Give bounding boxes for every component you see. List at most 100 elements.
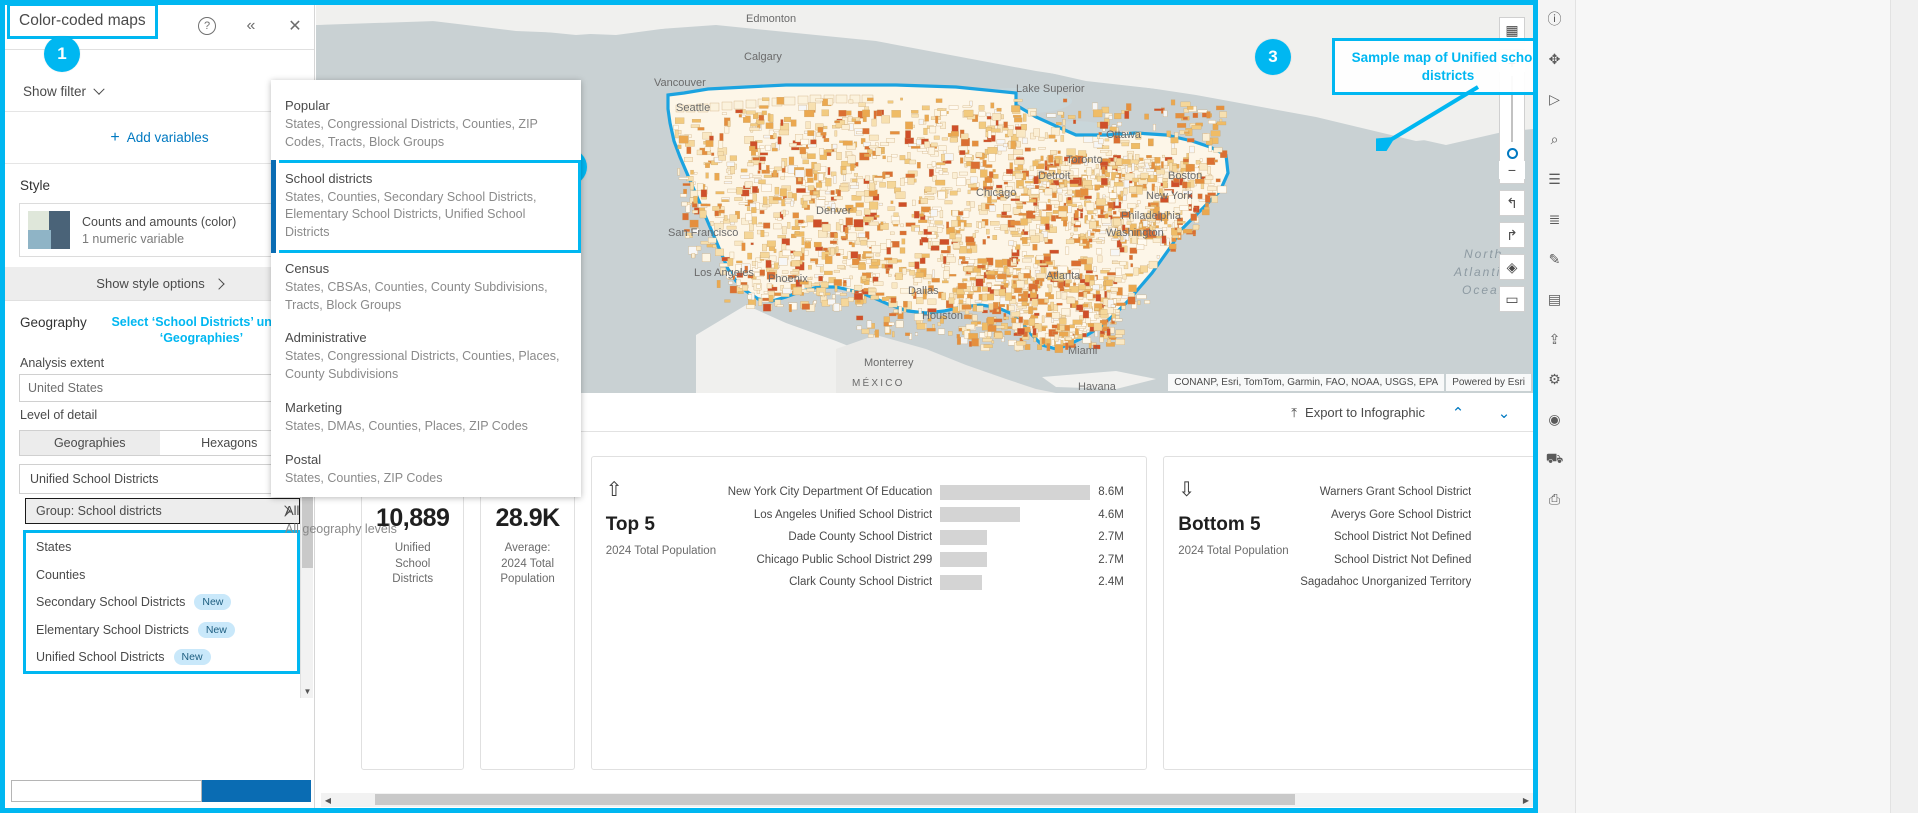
panel-header-icons[interactable]: ? « ✕ bbox=[196, 15, 306, 37]
export-to-infographic-button[interactable]: ⤒ Export to Infographic bbox=[1291, 405, 1425, 421]
level-of-detail-tabs[interactable]: Geographies Hexagons bbox=[19, 430, 300, 457]
chevron-up-icon[interactable]: ⌃ bbox=[1445, 400, 1471, 426]
map-place-label: Atlanta bbox=[1046, 270, 1081, 282]
arrow-down-icon: ⇩ bbox=[1178, 479, 1195, 501]
dropdown-item-title: Administrative bbox=[285, 330, 367, 346]
scroll-left-icon[interactable]: ◀ bbox=[321, 793, 335, 807]
panel-footer[interactable] bbox=[11, 780, 311, 802]
globe-icon[interactable]: ◉ bbox=[1542, 406, 1568, 432]
show-style-options-button[interactable]: Show style options bbox=[5, 267, 314, 301]
geo-list-item[interactable]: Unified School Districts New bbox=[26, 643, 297, 671]
bottom5-name: School District Not Defined bbox=[1333, 553, 1472, 566]
footer-primary-button[interactable] bbox=[201, 780, 311, 802]
scroll-down-icon[interactable]: ▼ bbox=[301, 685, 314, 698]
geo-list-item[interactable]: Secondary School Districts New bbox=[26, 588, 297, 616]
hscroll-thumb[interactable] bbox=[375, 794, 1295, 805]
dropdown-item[interactable]: Postal States, Counties, ZIP Codes bbox=[271, 444, 581, 496]
top5-bar bbox=[940, 507, 1020, 523]
fullscreen-icon[interactable]: ▭ bbox=[1499, 286, 1525, 312]
chevron-right-icon bbox=[215, 276, 223, 291]
geo-list-item[interactable]: Elementary School Districts New bbox=[26, 616, 297, 644]
top5-name: Los Angeles Unified School District bbox=[753, 508, 933, 521]
undo-icon[interactable]: ↰ bbox=[1499, 190, 1525, 216]
print-icon[interactable]: ⎙ bbox=[1542, 486, 1568, 512]
new-badge: New bbox=[194, 594, 232, 610]
info-icon[interactable]: ⓘ bbox=[1542, 6, 1568, 32]
help-icon[interactable]: ? bbox=[196, 15, 218, 37]
top5-header: ⇧ Top 5 2024 Total Population bbox=[606, 473, 718, 560]
list-icon[interactable]: ☰ bbox=[1542, 166, 1568, 192]
right-tool-strip[interactable]: ⓘ ✥ ▷ ⌕ ☰ ≣ ✎ ▤ ⇪ ⚙ ◉ ⛟ ⎙ bbox=[1534, 0, 1576, 813]
show-style-options-label: Show style options bbox=[96, 276, 205, 291]
search-icon[interactable]: ⌕ bbox=[1542, 126, 1568, 152]
plus-icon: + bbox=[110, 128, 120, 146]
add-variables-button[interactable]: + Add variables bbox=[5, 112, 314, 164]
analysis-extent-field[interactable]: United States bbox=[19, 374, 300, 403]
dropdown-item[interactable]: School districts States, Counties, Second… bbox=[271, 159, 581, 254]
settings-icon[interactable]: ⚙ bbox=[1542, 366, 1568, 392]
top5-bar-wrap bbox=[940, 507, 1090, 523]
selected-geography-field[interactable]: Unified School Districts bbox=[19, 464, 300, 495]
zoom-out-icon[interactable]: − bbox=[1499, 161, 1525, 179]
close-icon[interactable]: ✕ bbox=[284, 15, 306, 37]
dropdown-item-subtitle: All geography levels bbox=[285, 522, 397, 537]
geo-item-label: States bbox=[36, 540, 72, 554]
top5-row: Dade County School District 2.7M bbox=[728, 526, 1133, 549]
top5-subtitle: 2024 Total Population bbox=[605, 545, 717, 557]
count-label: Unified School Districts bbox=[392, 542, 434, 586]
top5-bar bbox=[940, 552, 987, 568]
geo-list-item[interactable]: Counties bbox=[26, 561, 297, 589]
card-top5[interactable]: ⇧ Top 5 2024 Total Population New York C… bbox=[590, 456, 1148, 770]
tab-geographies[interactable]: Geographies bbox=[20, 431, 160, 456]
map-place-label: Boston bbox=[1168, 170, 1203, 182]
dropdown-item[interactable]: All All geography levels bbox=[271, 495, 581, 547]
dropdown-item[interactable]: Popular States, Congressional Districts, … bbox=[271, 90, 581, 160]
bus-icon[interactable]: ⛟ bbox=[1542, 446, 1568, 472]
top5-bar-wrap bbox=[940, 574, 1090, 590]
bottom5-name: School District Not Defined bbox=[1333, 531, 1472, 544]
group-school-districts-row[interactable]: Group: School districts bbox=[25, 498, 300, 525]
layers-icon[interactable]: ≣ bbox=[1542, 206, 1568, 232]
top5-bar-wrap bbox=[940, 552, 1090, 568]
chevron-double-left-icon[interactable]: « bbox=[240, 15, 262, 37]
app-root: Edmonton Calgary Vancouver Seattle Lake Supe… bbox=[0, 0, 1918, 813]
edit-icon[interactable]: ✎ bbox=[1542, 246, 1568, 272]
map-place-label: Seattle bbox=[676, 102, 711, 114]
top5-value: 2.4M bbox=[1098, 576, 1124, 589]
redo-icon[interactable]: ↱ bbox=[1499, 222, 1525, 248]
hscroll-track[interactable] bbox=[335, 793, 1519, 807]
bottom5-name: Averys Gore School District bbox=[1330, 508, 1472, 521]
top5-row: Chicago Public School District 299 2.7M bbox=[728, 549, 1133, 572]
dropdown-item-title: Popular bbox=[285, 98, 330, 113]
horizontal-scrollbar[interactable]: ◀ ▶ bbox=[321, 793, 1533, 807]
map-place-label: Dallas bbox=[908, 285, 939, 297]
scroll-right-icon[interactable]: ▶ bbox=[1519, 793, 1533, 807]
chevron-down-icon[interactable]: ⌄ bbox=[1491, 400, 1517, 426]
locate-icon[interactable]: ◈ bbox=[1499, 254, 1525, 280]
bottom5-subtitle: 2024 Total Population bbox=[1178, 545, 1289, 557]
play-icon[interactable]: ▷ bbox=[1542, 86, 1568, 112]
show-filter-button[interactable]: Show filter bbox=[23, 84, 103, 99]
footer-input[interactable] bbox=[11, 780, 202, 802]
map-place-label: Denver bbox=[816, 205, 852, 217]
bottom5-header: ⇩ Bottom 5 2024 Total Population bbox=[1178, 473, 1290, 560]
map-place-label: Edmonton bbox=[746, 13, 797, 25]
pan-icon[interactable]: ✥ bbox=[1542, 46, 1568, 72]
geo-item-label: Secondary School Districts bbox=[36, 595, 186, 609]
dropdown-item[interactable]: Census States, CBSAs, Counties, County Su… bbox=[271, 253, 581, 323]
geography-list[interactable]: States Counties Secondary School Districts… bbox=[23, 530, 300, 674]
style-card[interactable]: Counts and amounts (color) 1 numeric var… bbox=[19, 203, 300, 257]
table-icon[interactable]: ▤ bbox=[1542, 286, 1568, 312]
dropdown-item[interactable]: Marketing States, DMAs, Counties, Places,… bbox=[271, 392, 581, 444]
geo-list-item[interactable]: States bbox=[26, 533, 297, 561]
top5-value: 8.6M bbox=[1098, 486, 1124, 499]
geo-item-label: Unified School Districts bbox=[36, 650, 165, 664]
geography-group-dropdown[interactable]: Popular States, Congressional Districts, … bbox=[271, 80, 581, 536]
panel-title: Color-coded maps bbox=[7, 3, 158, 39]
geo-item-label: Elementary School Districts bbox=[36, 622, 189, 637]
share-icon[interactable]: ⇪ bbox=[1542, 326, 1568, 352]
add-variables-label: Add variables bbox=[126, 130, 209, 145]
annotation-badge-3: 3 bbox=[1255, 39, 1291, 75]
zoom-handle[interactable] bbox=[1506, 148, 1518, 159]
dropdown-item[interactable]: Administrative States, Congressional Dist… bbox=[271, 322, 581, 392]
